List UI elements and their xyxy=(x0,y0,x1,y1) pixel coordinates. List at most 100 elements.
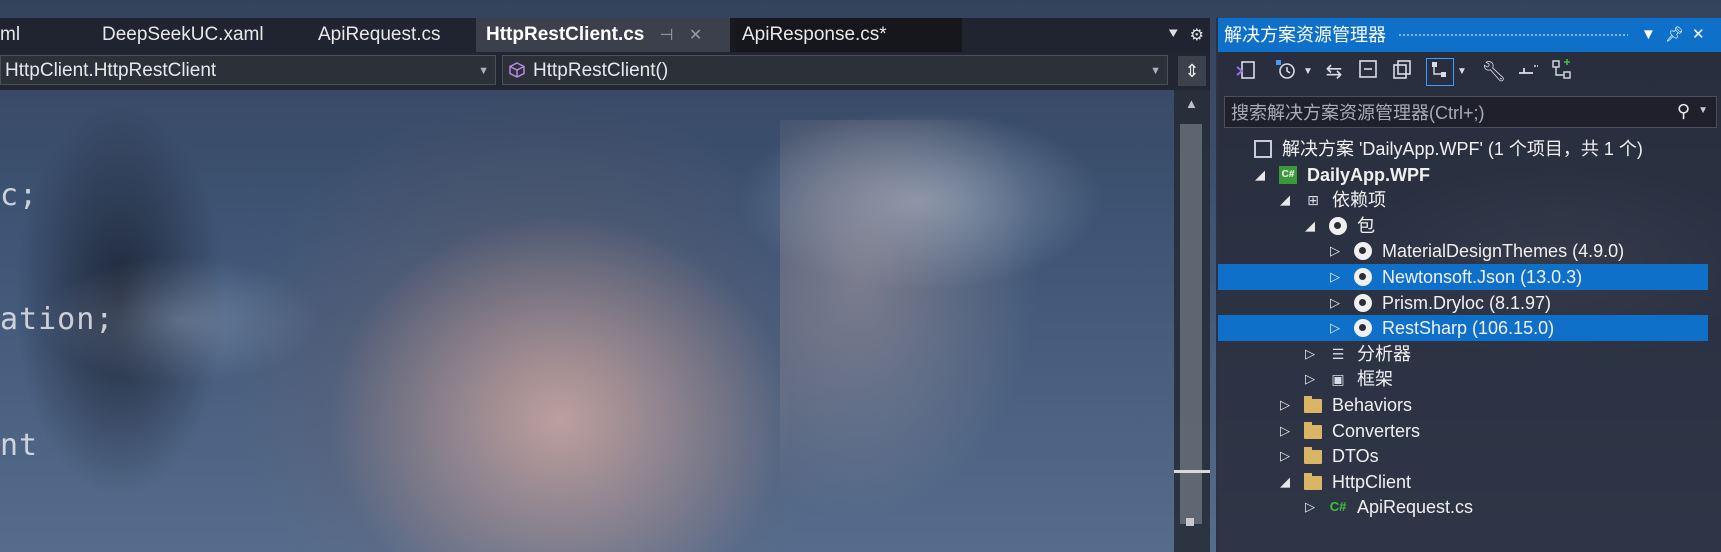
tree-item-label: 依赖项 xyxy=(1332,190,1386,211)
expand-arrow-icon[interactable]: ▷ xyxy=(1278,392,1292,418)
tab-apiresponse[interactable]: ApiResponse.cs* xyxy=(730,18,962,52)
tree-item-label: 包 xyxy=(1357,215,1375,236)
tree-item[interactable]: ▷ RestSharp (106.15.0) xyxy=(1218,315,1708,342)
collapse-arrow-icon[interactable]: ◢ xyxy=(1253,162,1267,188)
solution-explorer-panel: 解决方案资源管理器 ▼ 📌︎ ✕ ▼ ⇆ ▼ 🔧︎ 搜索解决方案资源管理器(Ct… xyxy=(1216,18,1721,552)
tab-list-dropdown-icon[interactable]: ⯆ xyxy=(1167,26,1180,44)
package-icon xyxy=(1354,268,1372,286)
auto-hide-pin-icon[interactable]: 📌︎ xyxy=(1665,18,1684,52)
switch-views-icon[interactable] xyxy=(1232,58,1260,86)
tree-item[interactable]: ▷ ☰ 分析器 xyxy=(1218,341,1708,367)
editor-navigation-bar: HttpClient.HttpRestClient ▼ HttpRestClie… xyxy=(0,52,1210,90)
pin-icon[interactable]: ⊣ xyxy=(660,27,674,44)
tree-item-label: Prism.Dryloc (8.1.97) xyxy=(1382,292,1552,313)
close-panel-icon[interactable]: ✕ xyxy=(1692,18,1705,52)
expand-arrow-icon[interactable]: ▷ xyxy=(1303,366,1317,392)
tree-item[interactable]: ▷ DTOs xyxy=(1218,443,1708,469)
collapse-arrow-icon[interactable]: ◢ xyxy=(1303,213,1317,239)
expand-arrow-icon[interactable]: ▷ xyxy=(1328,315,1342,341)
tree-item-label: Newtonsoft.Json (13.0.3) xyxy=(1382,267,1583,287)
scrollbar-thumb[interactable] xyxy=(1180,124,1202,524)
chevron-down-icon: ▼ xyxy=(1150,65,1161,77)
chevron-down-icon[interactable]: ▼ xyxy=(1456,58,1468,86)
settings-gear-icon[interactable]: ⚙ xyxy=(1190,25,1204,45)
tab-apirequest[interactable]: ApiRequest.cs xyxy=(302,18,488,52)
package-icon xyxy=(1354,242,1372,261)
expand-arrow-icon[interactable]: ▷ xyxy=(1303,341,1317,367)
show-all-files-icon[interactable] xyxy=(1388,58,1416,86)
tab-label: ApiRequest.cs xyxy=(318,24,441,45)
expand-arrow-icon[interactable]: ▷ xyxy=(1278,418,1292,444)
scrollbar-caret-marker xyxy=(1174,470,1210,473)
tree-item-label: Behaviors xyxy=(1332,395,1413,415)
folder-icon xyxy=(1304,447,1322,465)
tree-item[interactable]: 解决方案 'DailyApp.WPF' (1 个项目，共 1 个) xyxy=(1218,136,1708,162)
chevron-down-icon[interactable]: ▼ xyxy=(1302,58,1314,86)
expand-arrow-icon[interactable]: ▷ xyxy=(1328,264,1342,290)
panel-title: 解决方案资源管理器 xyxy=(1224,25,1386,45)
collapse-all-icon[interactable] xyxy=(1354,58,1382,86)
expand-arrow-icon[interactable]: ▷ xyxy=(1328,238,1342,264)
csharp-project-icon: C# xyxy=(1279,165,1297,184)
tab-label: HttpRestClient.cs xyxy=(486,24,645,45)
preview-selected-items-icon[interactable] xyxy=(1514,58,1542,86)
chevron-down-icon[interactable]: ▼ xyxy=(1698,105,1708,116)
solution-icon xyxy=(1254,140,1272,158)
tree-item[interactable]: ▷ MaterialDesignThemes (4.9.0) xyxy=(1218,238,1708,264)
code-line: c; xyxy=(0,178,39,213)
tree-view-filter-icon[interactable] xyxy=(1426,58,1454,86)
expand-arrow-icon[interactable]: ▷ xyxy=(1278,443,1292,469)
tree-item[interactable]: ▷ Prism.Dryloc (8.1.97) xyxy=(1218,290,1708,316)
window-position-dropdown-icon[interactable]: ▼ xyxy=(1641,18,1656,52)
tree-item-label: 解决方案 'DailyApp.WPF' (1 个项目，共 1 个) xyxy=(1282,139,1643,159)
split-icon: ⇕ xyxy=(1184,61,1200,81)
close-icon[interactable]: ✕ xyxy=(689,27,702,44)
folder-icon xyxy=(1304,421,1322,439)
tree-item[interactable]: ◢ ⊞ 依赖项 xyxy=(1218,187,1708,213)
tree-item-label: DTOs xyxy=(1332,446,1379,467)
split-window-button[interactable]: ⇕ xyxy=(1178,56,1206,86)
type-dropdown[interactable]: HttpClient.HttpRestClient ▼ xyxy=(0,55,496,85)
titlebar-grip[interactable] xyxy=(1398,33,1628,38)
tree-item[interactable]: ▷ C# ApiRequest.cs xyxy=(1218,494,1708,520)
tab-xaml-partial[interactable]: ml xyxy=(0,18,80,52)
sync-with-active-document-icon[interactable]: ⇆ xyxy=(1320,58,1348,86)
folder-icon xyxy=(1304,396,1322,413)
collapse-arrow-icon[interactable]: ◢ xyxy=(1278,187,1292,213)
tree-item[interactable]: ◢ C# DailyApp.WPF xyxy=(1218,162,1708,188)
tab-label: ApiResponse.cs* xyxy=(742,24,887,45)
tree-item[interactable]: ▷ ▣ 框架 xyxy=(1218,366,1708,392)
editor-vertical-scrollbar[interactable]: ▲ xyxy=(1174,90,1210,552)
tab-bar-tools: ⯆ ⚙ xyxy=(1167,18,1210,52)
csharp-file-icon: C# xyxy=(1329,499,1347,515)
member-dropdown[interactable]: HttpRestClient() ▼ xyxy=(502,55,1168,85)
package-icon xyxy=(1354,293,1372,312)
member-dropdown-value: HttpRestClient() xyxy=(533,60,669,81)
tab-deepseekuc[interactable]: DeepSeekUC.xaml xyxy=(86,18,312,52)
tree-item[interactable]: ▷ Newtonsoft.Json (13.0.3) xyxy=(1218,264,1708,290)
expand-arrow-icon[interactable]: ▷ xyxy=(1303,494,1317,520)
package-icon xyxy=(1354,319,1372,338)
editor-tab-bar: ml DeepSeekUC.xaml ApiRequest.cs HttpRes… xyxy=(0,18,1210,52)
analyzer-icon: ☰ xyxy=(1331,345,1345,362)
solution-explorer-search-box[interactable]: ⚲ ▼ xyxy=(1224,96,1717,129)
tree-item-label: 分析器 xyxy=(1357,343,1411,364)
collapse-arrow-icon[interactable]: ◢ xyxy=(1278,469,1292,495)
class-diagram-icon[interactable] xyxy=(1548,58,1576,86)
tree-item[interactable]: ▷ Converters xyxy=(1218,418,1708,444)
expand-arrow-icon[interactable]: ▷ xyxy=(1328,290,1342,316)
tree-item-label: Converters xyxy=(1332,420,1421,441)
code-line: nt xyxy=(0,428,39,463)
tab-httprestclient[interactable]: HttpRestClient.cs ⊣ ✕ xyxy=(476,18,736,52)
pending-changes-filter-icon[interactable] xyxy=(1272,58,1300,86)
properties-wrench-icon[interactable]: 🔧︎ xyxy=(1480,58,1508,86)
framework-icon: ▣ xyxy=(1331,371,1345,388)
tree-item[interactable]: ◢ 包 xyxy=(1218,213,1708,239)
search-input[interactable] xyxy=(1229,97,1633,129)
tree-item[interactable]: ◢ HttpClient xyxy=(1218,469,1708,495)
type-dropdown-value: HttpClient.HttpRestClient xyxy=(5,60,217,81)
search-icon[interactable]: ⚲ xyxy=(1677,101,1690,122)
tree-item[interactable]: ▷ Behaviors xyxy=(1218,392,1708,418)
tree-item-label: RestSharp (106.15.0) xyxy=(1382,318,1555,339)
scroll-up-arrow-icon[interactable]: ▲ xyxy=(1185,96,1198,111)
